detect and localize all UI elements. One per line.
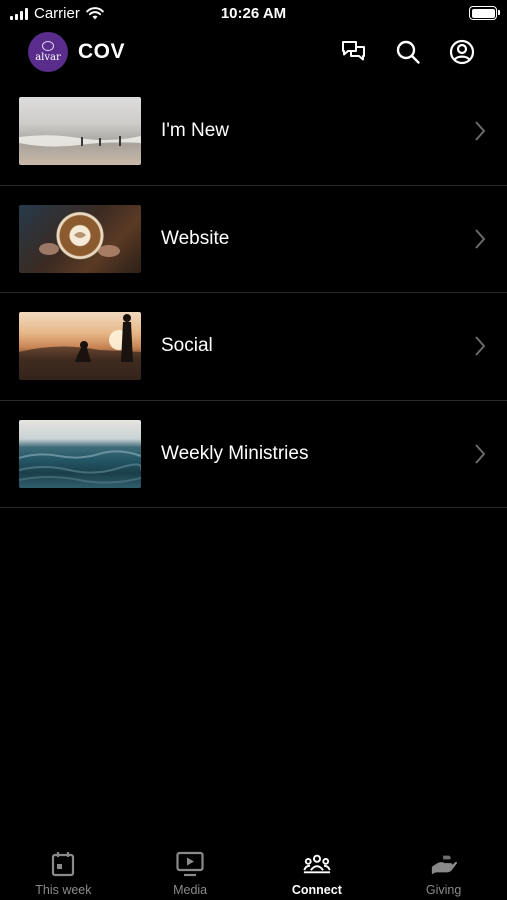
connect-list: I'm New Website Social Weekly Ministries: [0, 78, 507, 508]
sunset-people-photo: [19, 312, 141, 381]
church-logo[interactable]: alvar: [28, 32, 68, 72]
ocean-waves-photo: [19, 419, 141, 488]
chevron-right-icon: [475, 444, 486, 464]
tab-media[interactable]: Media: [127, 842, 254, 900]
logo-mark-icon: [42, 41, 54, 51]
bottom-tab-bar: This week Media Connect Giving: [0, 842, 507, 900]
calendar-icon: [49, 850, 77, 878]
tab-label: This week: [35, 883, 92, 897]
logo-text: alvar: [35, 52, 61, 63]
app-header: alvar COV: [0, 28, 507, 78]
clock: 10:26 AM: [220, 5, 287, 22]
list-item-label: Social: [161, 335, 213, 357]
chevron-right-icon: [475, 121, 486, 141]
group-icon: [303, 850, 331, 878]
tab-label: Connect: [291, 883, 342, 897]
coffee-photo: [19, 204, 141, 273]
list-item-website[interactable]: Website: [0, 186, 507, 293]
list-item-social[interactable]: Social: [0, 293, 507, 401]
list-item-weekly-ministries[interactable]: Weekly Ministries: [0, 401, 507, 508]
status-bar: Carrier 10:26 AM: [0, 0, 507, 28]
battery-icon: [469, 6, 500, 20]
header-actions: [341, 39, 475, 65]
beach-photo: [19, 97, 141, 166]
chevron-right-icon: [475, 229, 486, 249]
tab-giving[interactable]: Giving: [380, 842, 507, 900]
tab-label: Media: [173, 883, 208, 897]
list-item-label: Website: [161, 227, 230, 249]
tab-this-week[interactable]: This week: [0, 842, 127, 900]
list-item-label: Weekly Ministries: [161, 442, 309, 464]
play-screen-icon: [176, 850, 204, 878]
list-item-label: I'm New: [161, 120, 230, 142]
tab-label: Giving: [425, 883, 462, 897]
chevron-right-icon: [475, 336, 486, 356]
list-item-im-new[interactable]: I'm New: [0, 78, 507, 186]
giving-hand-icon: [430, 850, 458, 878]
app-title: COV: [78, 40, 126, 63]
search-icon[interactable]: [395, 39, 421, 65]
chat-icon[interactable]: [341, 39, 367, 65]
tab-connect[interactable]: Connect: [254, 842, 381, 900]
account-icon[interactable]: [449, 39, 475, 65]
